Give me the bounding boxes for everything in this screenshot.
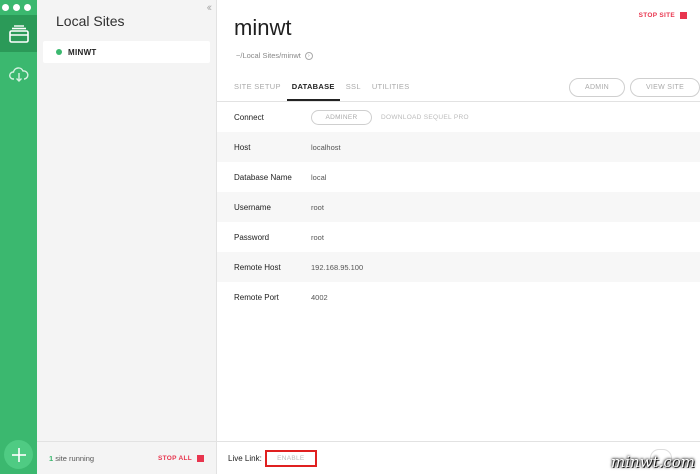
sites-nav-button[interactable] xyxy=(0,15,37,52)
remote-host-label: Remote Host xyxy=(234,262,281,272)
connect-label: Connect xyxy=(234,112,264,122)
username-value[interactable]: root xyxy=(311,203,324,212)
live-link-label: Live Link: xyxy=(228,453,262,463)
password-label: Password xyxy=(234,232,270,242)
username-row: Username root xyxy=(217,192,700,222)
reveal-in-finder-icon[interactable]: › xyxy=(304,51,313,60)
remote-host-value[interactable]: 192.168.95.100 xyxy=(311,263,363,272)
sites-stack-icon xyxy=(8,24,29,43)
sites-running-status: 1 site running xyxy=(49,454,94,463)
add-site-button[interactable] xyxy=(4,440,33,469)
tab-site-setup[interactable]: SITE SETUP xyxy=(234,79,281,101)
local-app-window: ‹‹ Local Sites MINWT 1 site running STOP… xyxy=(0,0,700,474)
window-minimize-dot[interactable] xyxy=(13,4,20,11)
stop-all-label: STOP ALL xyxy=(157,454,192,462)
enable-highlight-box: ENABLE xyxy=(264,449,317,467)
running-text: site running xyxy=(55,453,95,463)
database-info-table: Connect ADMINER DOWNLOAD SEQUEL PRO Host… xyxy=(217,102,700,312)
remote-port-row: Remote Port 4002 xyxy=(217,282,700,312)
window-controls xyxy=(2,4,31,11)
running-count: 1 xyxy=(49,453,54,463)
database-name-value[interactable]: local xyxy=(311,173,326,182)
sites-footer: 1 site running STOP ALL xyxy=(37,441,216,474)
host-row: Host localhost xyxy=(217,132,700,162)
tab-ssl[interactable]: SSL xyxy=(346,79,361,101)
tab-database[interactable]: DATABASE xyxy=(286,79,340,101)
collapse-panel-icon[interactable]: ‹‹ xyxy=(207,2,213,14)
site-tabs: SITE SETUP DATABASE SSL UTILITIES xyxy=(234,79,421,101)
stop-site-label: STOP SITE xyxy=(638,12,675,19)
app-rail xyxy=(0,0,37,474)
database-name-row: Database Name local xyxy=(217,162,700,192)
live-link-footer: Live Link: ENABLE minwt.com xyxy=(217,441,700,474)
admin-button[interactable]: ADMIN xyxy=(569,78,625,97)
tab-utilities[interactable]: UTILITIES xyxy=(372,79,410,101)
site-path-text[interactable]: ~/Local Sites/minwt xyxy=(236,51,301,60)
enable-live-link-button[interactable]: ENABLE xyxy=(277,455,304,462)
connect-row: Connect ADMINER DOWNLOAD SEQUEL PRO xyxy=(217,102,700,132)
username-label: Username xyxy=(234,202,271,212)
remote-host-row: Remote Host 192.168.95.100 xyxy=(217,252,700,282)
watermark-text: minwt.com xyxy=(611,453,695,471)
site-list-item-label: MINWT xyxy=(68,47,97,57)
password-value[interactable]: root xyxy=(311,233,324,242)
site-running-status-dot xyxy=(56,49,62,55)
stop-square-icon xyxy=(197,454,204,462)
sites-panel-title: Local Sites xyxy=(56,13,125,29)
password-row: Password root xyxy=(217,222,700,252)
remote-port-label: Remote Port xyxy=(234,292,279,302)
window-zoom-dot[interactable] xyxy=(24,4,31,11)
cloud-download-icon xyxy=(8,66,28,82)
adminer-button[interactable]: ADMINER xyxy=(311,109,372,125)
window-close-dot[interactable] xyxy=(2,4,9,11)
host-value[interactable]: localhost xyxy=(311,143,341,152)
stop-square-icon xyxy=(680,12,687,19)
stop-all-button[interactable]: STOP ALL xyxy=(157,454,204,462)
plus-icon xyxy=(11,447,26,462)
site-path: ~/Local Sites/minwt › xyxy=(236,51,313,60)
site-list-item-minwt[interactable]: MINWT xyxy=(43,41,210,63)
connect-nav-button[interactable] xyxy=(0,55,37,92)
remote-port-value[interactable]: 4002 xyxy=(311,293,328,302)
site-title: minwt xyxy=(234,15,292,40)
sites-panel: ‹‹ Local Sites MINWT 1 site running STOP… xyxy=(37,0,217,474)
database-name-label: Database Name xyxy=(234,172,292,182)
site-detail-pane: STOP SITE minwt ~/Local Sites/minwt › SI… xyxy=(217,0,700,474)
download-sequel-pro-link[interactable]: DOWNLOAD SEQUEL PRO xyxy=(381,114,469,121)
host-label: Host xyxy=(234,142,251,152)
view-site-button[interactable]: VIEW SITE xyxy=(630,78,700,97)
stop-site-button[interactable]: STOP SITE xyxy=(639,12,687,19)
